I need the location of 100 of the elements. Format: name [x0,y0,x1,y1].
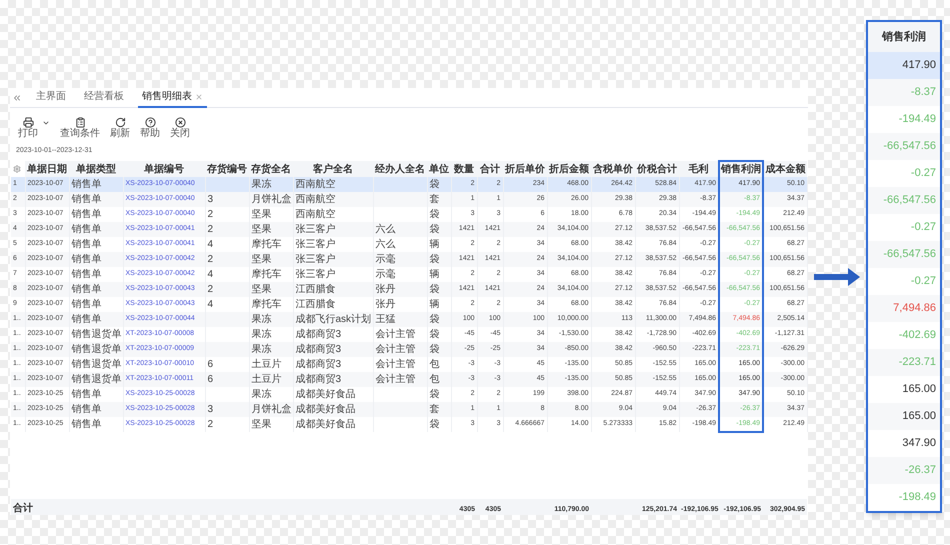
collapse-icon[interactable] [12,92,22,102]
tab[interactable]: 销售明细表 [138,88,207,108]
table-cell: 土豆片 [252,374,282,385]
tab[interactable]: 经营看板 [80,88,128,108]
table-cell: 包 [430,359,440,370]
column-header: 单据编号 [123,161,205,177]
table-cell: 会计主管 [376,329,416,340]
table-cell: 销售退货单 [72,329,122,340]
table-cell: 销售退货单 [72,359,122,370]
settings-icon[interactable] [13,165,21,173]
table-cell-text: -26.37 [904,463,936,478]
close-icon [174,117,186,128]
table-cell: 6 [208,374,214,385]
table-cell: 辆 [430,239,440,250]
table-cell: 销售退货单 [72,374,122,385]
table-cell: 袋 [430,389,440,400]
table-cell: 3 [208,194,214,205]
table-cell: 成都飞行ask计划 [296,314,372,325]
column-header: 经办人全名 [373,161,427,177]
table-cell: 4 [208,299,214,310]
table-cell: 示毫 [376,254,396,265]
table-cell: 西南航空 [296,209,336,220]
table-cell: 辆 [430,269,440,280]
tab[interactable]: 主界面 [32,88,70,108]
table-cell: 会计主管 [376,359,416,370]
table-cell: 2 [208,419,214,430]
table-cell: 西南航空 [296,194,336,205]
table-cell: 袋 [430,329,440,340]
table-cell: 袋 [430,284,440,295]
table-cell: 土豆片 [252,359,282,370]
table-cell: 果冻 [252,344,272,355]
table-cell: 六么 [376,224,396,235]
table-cell: 销售单 [72,284,102,295]
table-cell: 包 [430,374,440,385]
column-header: 数量 [451,161,477,177]
table-cell: 月饼礼盒 [252,404,292,415]
toolbar-button[interactable]: 关闭 [170,117,190,140]
table-cell-text: -0.27 [910,220,936,236]
column-header: 单据类型 [69,161,123,177]
column-header: 单据日期 [25,161,69,177]
table-cell: 3 [208,404,214,415]
clipboard-icon [74,117,86,128]
table-cell: 袋 [430,224,440,235]
column-header: 成本金额 [763,161,807,177]
column-header: 单位 [427,161,451,177]
table-cell: 示毫 [376,269,396,280]
table-cell: 张丹 [376,284,396,295]
table-cell: 销售单 [72,209,102,220]
table-cell-text: -402.69 [898,328,936,344]
table-cell: 辆 [430,299,440,310]
table-cell: 摩托车 [252,269,282,280]
table-cell: 张三客户 [296,224,336,235]
refresh-icon [114,117,126,128]
table-cell: 销售退货单 [72,344,122,355]
toolbar-button[interactable]: 帮助 [140,117,160,140]
table-cell: 果冻 [252,329,272,340]
toolbar-button[interactable]: 刷新 [110,117,130,140]
help-icon [144,117,156,128]
table-cell-text: -66,547.56 [883,139,936,154]
table-cell: 销售单 [72,389,102,400]
table-cell: 袋 [430,314,440,325]
table-cell-text: -66,547.56 [883,247,936,262]
column-header: 客户全名 [293,161,373,177]
table-cell-text: 417.90 [902,58,936,74]
table-cell-text: -0.27 [910,274,936,290]
table-cell-text: -0.27 [910,166,936,182]
column-header: 折后单价 [503,161,547,177]
table-cell: 果冻 [252,314,272,325]
table-cell: 月饼礼盒 [252,194,292,205]
close-icon[interactable] [195,92,203,100]
toolbar-button[interactable]: 查询条件 [60,117,100,140]
table-cell: 成都美好食品 [296,389,356,400]
caret-icon[interactable] [42,119,50,127]
table-cell-text: 165.00 [902,382,936,398]
table-cell: 袋 [430,209,440,220]
table-cell: 袋 [430,344,440,355]
total-label: 合计 [13,503,33,514]
table-cell: 成都美好食品 [296,419,356,430]
column-header: 存货全名 [249,161,293,177]
table-cell: 张三客户 [296,269,336,280]
table-cell: 果冻 [252,389,272,400]
column-header: 含税单价 [591,161,635,177]
table-cell: 摩托车 [252,299,282,310]
table-cell-text: -194.49 [898,112,936,128]
toolbar-button[interactable]: 打印 [18,117,38,140]
table-cell: 销售单 [72,299,102,310]
table-cell: 成都商贸3 [296,374,342,385]
table-cell: 果冻 [252,179,272,190]
table-cell: 2 [208,209,214,220]
table-cell-text: -66,547.56 [883,193,936,208]
table-cell: 套 [430,194,440,205]
table-cell: 6 [208,359,214,370]
table-cell: 销售单 [72,194,102,205]
arrow-icon [814,268,860,286]
table-cell: 销售单 [72,254,102,265]
table-cell-text: -198.49 [898,490,936,506]
table-cell: 2 [208,284,214,295]
table-cell: 成都商贸3 [296,329,342,340]
column-header: 存货编号 [205,161,249,177]
table-cell: 成都商贸3 [296,359,342,370]
